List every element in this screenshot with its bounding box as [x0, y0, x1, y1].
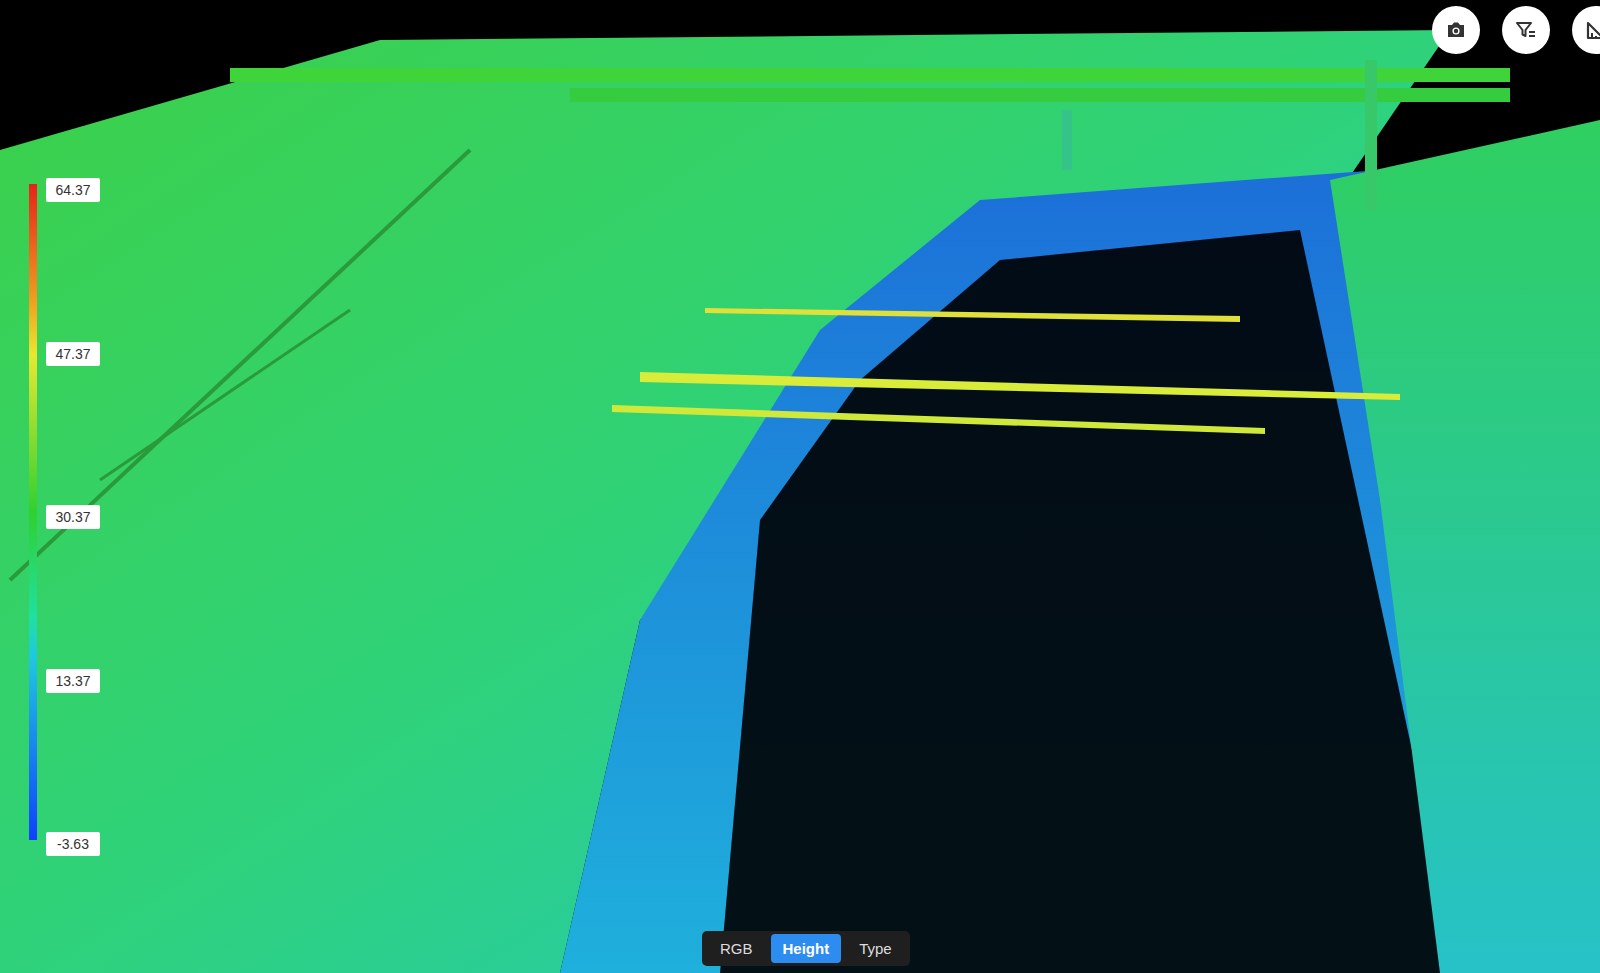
screenshot-button[interactable]	[1432, 6, 1480, 54]
view-mode-tab[interactable]: Type	[847, 934, 904, 963]
legend-tick: -3.63	[46, 832, 100, 856]
viewer-toolbar	[1432, 6, 1600, 54]
filter-icon	[1514, 18, 1538, 42]
legend-ticks: 64.37 47.37 30.37 13.37 -3.63	[46, 178, 100, 856]
legend-tick: 47.37	[46, 342, 100, 366]
view-mode-tabs: RGBHeightType	[702, 931, 910, 966]
measure-icon	[1584, 18, 1600, 42]
filter-button[interactable]	[1502, 6, 1550, 54]
view-mode-tab[interactable]: Height	[771, 934, 842, 963]
camera-icon	[1444, 18, 1468, 42]
point-cloud-scene[interactable]	[0, 0, 1600, 973]
legend-tick: 13.37	[46, 669, 100, 693]
measure-button[interactable]	[1572, 6, 1600, 54]
legend-tick: 64.37	[46, 178, 100, 202]
point-cloud-viewer[interactable]: 64.37 47.37 30.37 13.37 -3.63 RGBHeightType	[0, 0, 1600, 973]
color-scale-bar	[29, 184, 37, 840]
legend-tick: 30.37	[46, 505, 100, 529]
height-legend: 64.3747.3730.3713.37-3.63	[29, 184, 100, 840]
view-mode-tab[interactable]: RGB	[708, 934, 765, 963]
